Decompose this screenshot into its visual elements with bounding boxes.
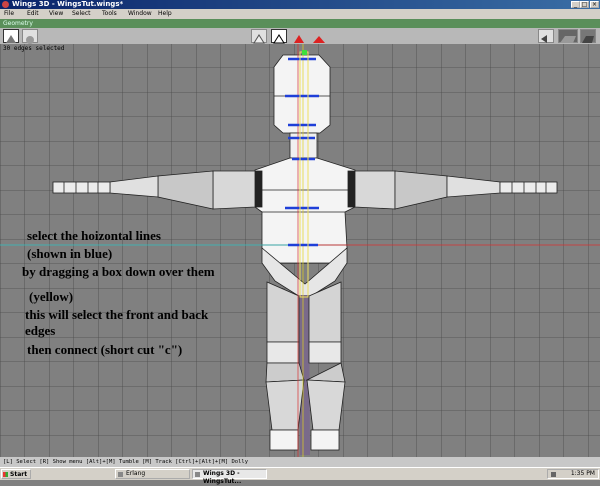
face-select-mode-button[interactable] — [291, 29, 307, 43]
edge-select-mode-button[interactable] — [271, 29, 287, 44]
view-ortho-button[interactable] — [538, 29, 554, 43]
info-line-text: [L] Select [R] Show menu [Alt]+[M] Tumbl… — [3, 459, 249, 465]
window-title-bar[interactable]: Wings 3D - WingsTut.wings* _ □ × — [0, 0, 600, 9]
taskbar: Start Erlang Wings 3D - WingsTut... 1:35… — [0, 467, 600, 485]
left-upper-arm[interactable] — [212, 170, 256, 210]
instruction-line-4: (yellow) — [29, 289, 74, 304]
taskbar-item-label: Erlang — [126, 470, 146, 477]
right-shoulder-band — [347, 170, 356, 208]
menu-select[interactable]: Select — [72, 9, 91, 19]
start-button[interactable]: Start — [1, 469, 31, 479]
right-hand[interactable] — [499, 181, 558, 194]
wings-app-icon — [2, 1, 9, 8]
vertex-select-mode-button[interactable] — [251, 29, 267, 44]
start-label: Start — [10, 471, 28, 478]
info-line: [L] Select [R] Show menu [Alt]+[M] Tumbl… — [0, 457, 600, 467]
toolbar — [0, 28, 600, 44]
instruction-line-1: select the hoizontal lines — [27, 228, 161, 243]
body-select-mode-button[interactable] — [311, 29, 327, 43]
axes-toggle-button[interactable] — [580, 29, 596, 43]
axis-origin-marker — [302, 50, 307, 55]
wings-app-icon — [195, 472, 200, 477]
left-foot[interactable] — [269, 429, 299, 451]
window-title: Wings 3D - WingsTut.wings* — [12, 0, 124, 8]
selection-status: 30 edges selected — [3, 45, 65, 52]
windows-logo-icon — [3, 472, 8, 477]
system-tray: 1:35 PM — [547, 469, 599, 479]
instruction-line-7: then connect (short cut "c") — [27, 342, 183, 357]
grid-toggle-button[interactable] — [558, 29, 578, 43]
menu-window[interactable]: Window — [128, 9, 152, 19]
menu-edit[interactable]: Edit — [27, 9, 39, 19]
smooth-shade-button[interactable] — [3, 29, 19, 43]
taskbar-item-label: Wings 3D - WingsTut... — [203, 470, 242, 485]
geometry-title: Geometry — [3, 20, 33, 27]
taskbar-item-erlang[interactable]: Erlang — [115, 469, 190, 479]
object-shade-button[interactable] — [22, 29, 38, 44]
head[interactable] — [273, 54, 331, 134]
left-shoulder-band — [254, 170, 263, 208]
clock: 1:35 PM — [570, 470, 595, 477]
left-hand[interactable] — [52, 181, 111, 194]
torso[interactable] — [254, 157, 356, 264]
minimize-button[interactable]: _ — [571, 1, 580, 8]
instruction-line-3: by dragging a box down over them — [22, 264, 215, 279]
volume-icon[interactable] — [551, 472, 556, 477]
right-knee[interactable] — [308, 341, 342, 364]
menu-file[interactable]: File — [4, 9, 14, 19]
instruction-line-6: edges — [25, 323, 56, 338]
menu-bar: File Edit View Select Tools Window Help — [0, 9, 600, 19]
right-shin[interactable] — [306, 379, 346, 431]
maximize-button[interactable]: □ — [580, 1, 589, 8]
right-upper-arm[interactable] — [354, 170, 396, 210]
erlang-app-icon — [118, 472, 123, 477]
menu-help[interactable]: Help — [158, 9, 172, 19]
instruction-line-2: (shown in blue) — [27, 246, 113, 261]
close-button[interactable]: × — [590, 1, 599, 8]
left-knee[interactable] — [266, 341, 300, 364]
menu-view[interactable]: View — [49, 9, 63, 19]
taskbar-item-wings[interactable]: Wings 3D - WingsTut... — [192, 469, 267, 485]
instruction-line-5: this will select the front and back — [25, 307, 209, 322]
menu-tools[interactable]: Tools — [102, 9, 117, 19]
geometry-title-bar[interactable]: Geometry — [0, 19, 600, 28]
right-foot[interactable] — [310, 429, 340, 451]
